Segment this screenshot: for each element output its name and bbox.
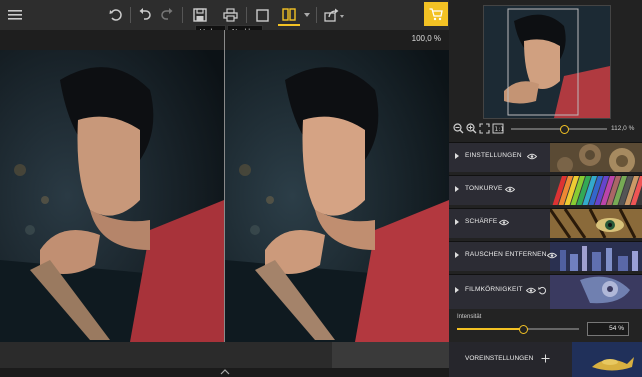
visibility-eye-icon[interactable] (499, 219, 509, 226)
film-reel-thumbnail (550, 275, 642, 310)
zoom-value: 100,0 % (411, 34, 441, 43)
split-view-icon[interactable] (278, 4, 300, 26)
zoom-out-icon[interactable] (453, 123, 464, 134)
expand-arrow-icon (455, 252, 459, 258)
print-icon[interactable] (220, 4, 240, 26)
section-label: TONKURVE (465, 185, 503, 192)
visibility-eye-icon[interactable] (526, 287, 536, 294)
undo-icon[interactable] (136, 4, 154, 26)
grain-intensity-thumb[interactable] (518, 325, 528, 334)
navigator-thumbnail[interactable] (483, 5, 611, 119)
grain-intensity-fill (457, 328, 523, 330)
section-label: VOREINSTELLUNGEN (465, 355, 534, 362)
section-tonkurve[interactable]: TONKURVE (449, 175, 642, 205)
after-image (225, 50, 449, 342)
cart-icon (429, 7, 443, 20)
section-einstellungen[interactable]: EINSTELLUNGEN (449, 142, 642, 172)
grain-intensity-value-box[interactable]: 54 % (587, 322, 629, 336)
actual-size-icon[interactable]: 1:1 (492, 123, 504, 134)
section-rauschen-entfernen[interactable]: RAUSCHEN ENTFERNEN (449, 241, 642, 271)
redo-icon[interactable] (158, 4, 176, 26)
zoom-in-icon[interactable] (466, 123, 477, 134)
section-label: FILMKÖRNIGKEIT (465, 286, 523, 293)
navigator-zoom-row: 1:1 112,0 % (449, 120, 642, 138)
section-voreinstellungen[interactable]: VOREINSTELLUNGEN (449, 342, 642, 377)
grain-intensity-row: Intensität 54 % (449, 309, 642, 342)
expand-arrow-icon (455, 186, 459, 192)
visibility-eye-icon[interactable] (527, 153, 537, 160)
navigator-zoom-value: 112,0 % (611, 125, 635, 132)
view-dropdown-icon[interactable] (302, 4, 312, 26)
collapse-arrow-icon[interactable] (220, 369, 230, 375)
single-view-icon[interactable] (252, 4, 272, 26)
fit-to-screen-icon[interactable] (479, 123, 490, 134)
section-label: RAUSCHEN ENTFERNEN (465, 251, 547, 258)
expand-arrow-icon (455, 219, 459, 225)
tiger-eye-thumbnail (550, 209, 642, 238)
section-label: SCHÄRFE (465, 218, 498, 225)
city-night-thumbnail (550, 242, 642, 271)
expand-arrow-icon (455, 153, 459, 159)
navigator-zoom-slider[interactable] (511, 125, 607, 134)
before-image (0, 50, 224, 342)
cart-button[interactable] (424, 2, 448, 26)
svg-text:1:1: 1:1 (495, 126, 505, 133)
visibility-eye-icon[interactable] (547, 252, 557, 259)
menu-icon[interactable] (6, 4, 24, 26)
add-icon[interactable] (541, 354, 550, 363)
section-label: EINSTELLUNGEN (465, 152, 522, 159)
bottom-edge (0, 368, 449, 377)
rotate-left-icon[interactable] (106, 4, 126, 26)
grain-intensity-label: Intensität (457, 314, 482, 320)
gears-thumbnail (550, 143, 642, 172)
reset-icon[interactable] (538, 286, 547, 295)
expand-arrow-icon (455, 287, 459, 293)
save-icon[interactable] (190, 4, 210, 26)
split-divider[interactable] (224, 30, 225, 377)
right-panel: 1:1 112,0 % EINSTELLUNGEN TONKURVE SCHÄR… (449, 0, 642, 377)
magic-lamp-thumbnail (572, 342, 642, 377)
section-schaerfe[interactable]: SCHÄRFE (449, 208, 642, 238)
navigator-zoom-thumb[interactable] (559, 125, 569, 134)
grain-intensity-slider[interactable] (457, 325, 579, 334)
share-icon[interactable] (322, 4, 346, 26)
grain-intensity-value: 54 % (609, 325, 624, 332)
filmstrip-right (332, 342, 449, 368)
pencils-thumbnail (550, 176, 642, 205)
section-filmkoernigkeit[interactable]: FILMKÖRNIGKEIT (449, 274, 642, 310)
visibility-eye-icon[interactable] (505, 186, 515, 193)
